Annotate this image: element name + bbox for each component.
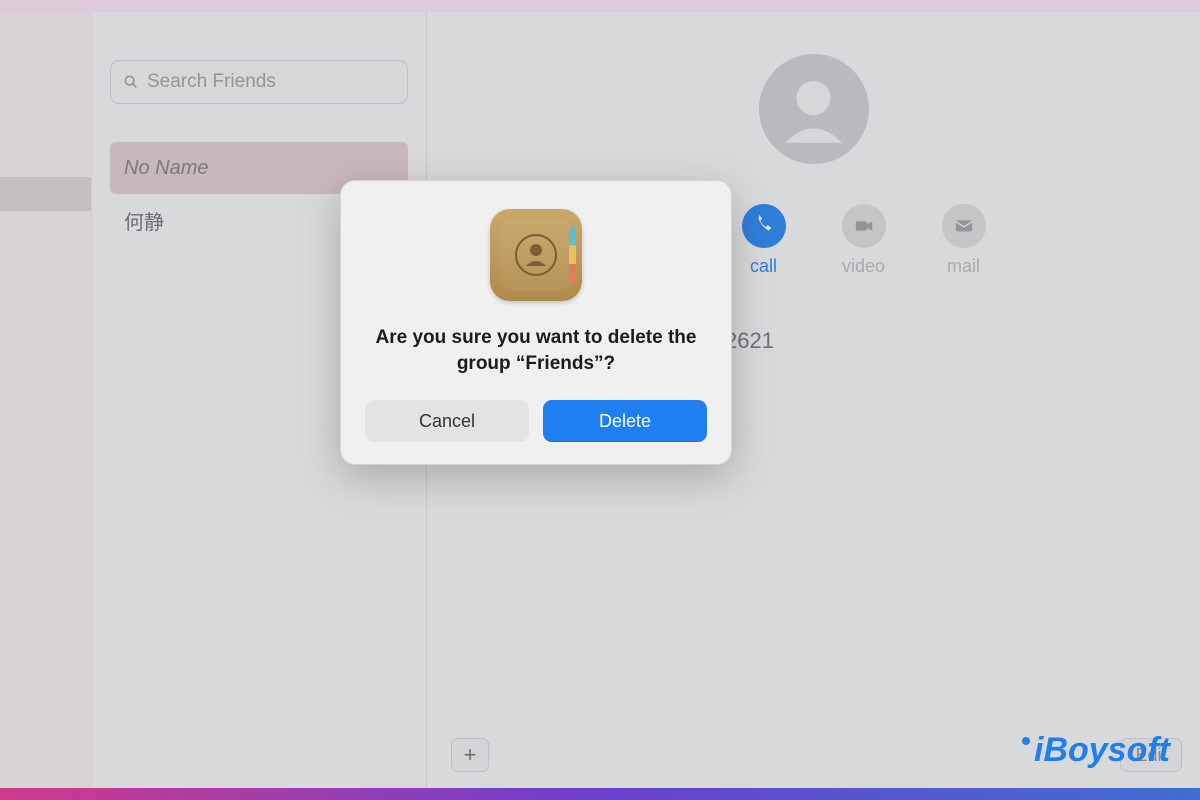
cancel-button[interactable]: Cancel: [365, 400, 529, 442]
watermark: iBoysoft: [1022, 731, 1170, 770]
contacts-app-icon: [490, 209, 582, 301]
delete-group-dialog: Are you sure you want to delete the grou…: [340, 180, 732, 465]
dock-strip: [0, 788, 1200, 800]
dialog-buttons: Cancel Delete: [365, 400, 707, 442]
delete-button[interactable]: Delete: [543, 400, 707, 442]
dialog-message: Are you sure you want to delete the grou…: [365, 325, 707, 376]
